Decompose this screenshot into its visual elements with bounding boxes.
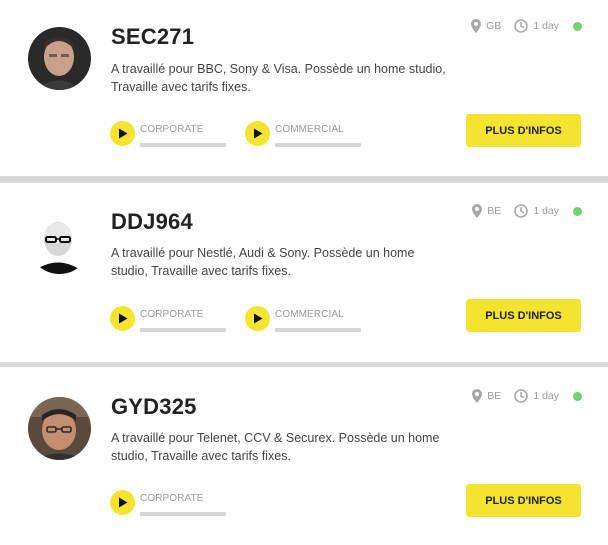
location-pin-icon (472, 389, 483, 403)
talent-meta: BE 1 day (472, 387, 582, 405)
demo-progress-bar[interactable] (140, 512, 226, 516)
clock-icon (514, 204, 529, 218)
online-status-icon (573, 391, 582, 401)
last-active: 1 day (533, 205, 559, 217)
demo-label: CORPORATE (140, 309, 204, 320)
more-info-button[interactable]: PLUS D'INFOS (466, 484, 581, 517)
play-icon[interactable] (110, 121, 135, 146)
play-icon[interactable] (245, 121, 270, 146)
last-active: 1 day (533, 20, 559, 32)
talent-list: SEC271 A travaillé pour BBC, Sony & Visa… (0, 0, 608, 545)
country-code: BE (487, 390, 502, 402)
talent-description: A travaillé pour Nestlé, Audi & Sony. Po… (111, 246, 415, 278)
country-code: BE (487, 205, 502, 217)
play-icon[interactable] (245, 306, 270, 331)
country-code: GB (486, 20, 502, 32)
talent-description: A travaillé pour BBC, Sony & Visa. Possè… (111, 62, 446, 94)
demo-label: COMMERCIAL (275, 124, 344, 135)
demo-progress-bar[interactable] (140, 328, 226, 332)
demo-progress-bar[interactable] (275, 143, 361, 147)
demo-player-commercial[interactable]: COMMERCIAL (245, 118, 365, 152)
demo-label: COMMERCIAL (275, 309, 344, 320)
demo-player-corporate[interactable]: CORPORATE (110, 118, 230, 152)
talent-id[interactable]: GYD325 (111, 394, 197, 420)
more-info-button[interactable]: PLUS D'INFOS (466, 299, 581, 332)
avatar[interactable] (28, 211, 91, 274)
demo-label: CORPORATE (140, 124, 204, 135)
talent-description: A travaillé pour Telenet, CCV & Securex.… (111, 431, 440, 463)
play-icon[interactable] (110, 306, 135, 331)
location-pin-icon (472, 204, 483, 218)
avatar[interactable] (28, 27, 91, 90)
avatar-photo (28, 397, 91, 460)
online-status-icon (573, 21, 582, 31)
demo-player-corporate[interactable]: CORPORATE (110, 487, 230, 521)
talent-card: DDJ964 A travaillé pour Nestlé, Audi & S… (0, 183, 608, 362)
talent-meta: GB 1 day (471, 17, 582, 35)
demo-label: CORPORATE (140, 493, 204, 504)
more-info-button[interactable]: PLUS D'INFOS (466, 114, 581, 147)
location-pin-icon (471, 19, 482, 33)
clock-icon (514, 19, 529, 33)
talent-meta: BE 1 day (472, 202, 582, 220)
avatar-photo (28, 211, 91, 274)
avatar[interactable] (28, 397, 91, 460)
last-active: 1 day (533, 390, 559, 402)
demo-progress-bar[interactable] (140, 143, 226, 147)
demo-player-corporate[interactable]: CORPORATE (110, 303, 230, 337)
clock-icon (514, 389, 529, 403)
talent-card: SEC271 A travaillé pour BBC, Sony & Visa… (0, 0, 608, 176)
talent-id[interactable]: SEC271 (111, 24, 194, 50)
demo-progress-bar[interactable] (275, 328, 361, 332)
talent-id[interactable]: DDJ964 (111, 209, 193, 235)
play-icon[interactable] (110, 490, 135, 515)
avatar-photo (28, 27, 91, 90)
online-status-icon (573, 206, 582, 216)
talent-card: GYD325 A travaillé pour Telenet, CCV & S… (0, 367, 608, 545)
demo-player-commercial[interactable]: COMMERCIAL (245, 303, 365, 337)
